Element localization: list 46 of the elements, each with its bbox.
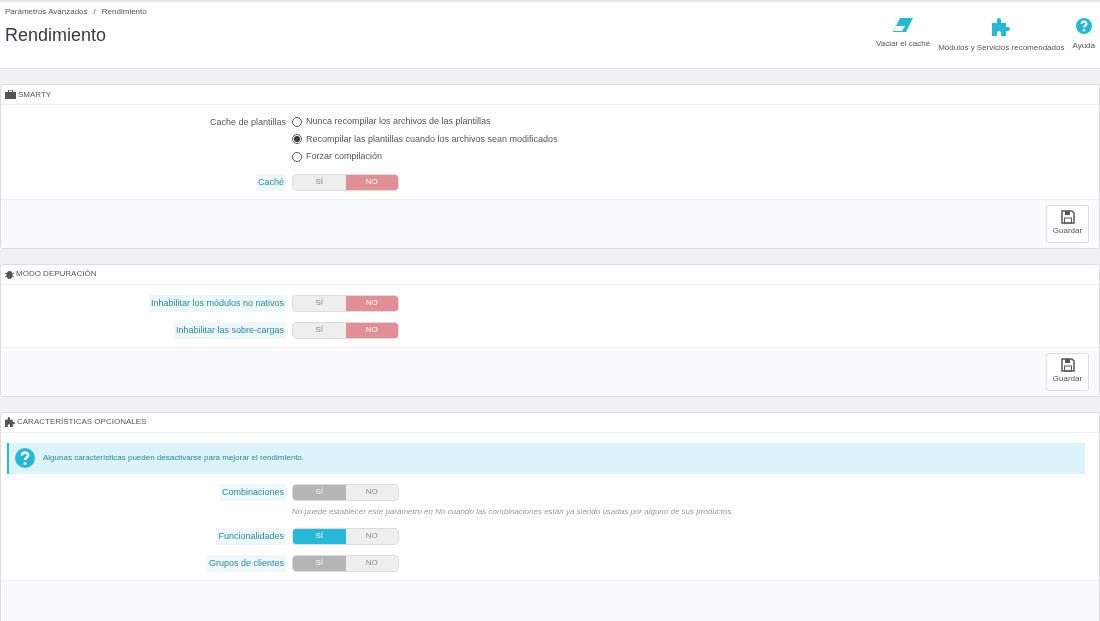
radio-label: Nunca recompilar los archivos de las plantillas [306,115,491,128]
save-button[interactable]: Guardar [1046,352,1089,391]
save-button[interactable]: Guardar [1046,204,1089,243]
field-label: Caché [256,173,286,191]
briefcase-icon [5,90,16,99]
field-label: Combinaciones [219,483,286,501]
radio-button[interactable] [292,116,302,127]
radio-label: Forzar compilación [306,150,383,163]
breadcrumb-link[interactable]: Rendimiento [101,6,147,18]
toolbar-button[interactable]: Vaciar el caché [876,18,931,50]
yes-no-switch[interactable]: SÍ NO [292,294,399,312]
switch-option[interactable]: NO [345,174,398,190]
help-icon [1075,18,1092,34]
alert-text: Algunas características pueden desactivarse para mejorar el rendimiento. [43,452,305,464]
field-label: Funcionalidades [216,527,286,545]
switch-option[interactable]: NO [345,528,398,544]
switch-option[interactable]: SÍ [293,322,346,338]
field-label: Inhabilitar las sobre-cargas [173,321,286,339]
switch-option[interactable]: NO [345,295,398,311]
page-title: Rendimiento [5,24,108,47]
help-icon [15,448,35,468]
help-text: No puede establecer este parámetro en No cuando las combinaciones están ya siendo usadas por alguno de sus productos [292,505,732,518]
panel-title: CARACTERÍSTICAS OPCIONALES [17,416,147,428]
breadcrumb-separator: / [93,6,96,18]
breadcrumb-link[interactable]: Parámetros Avanzados [5,6,88,18]
toolbar-button[interactable]: Módulos y Servicios recomendados [938,18,1065,54]
field-label: Inhabilitar los módulos no nativos [148,294,286,312]
panel-title: SMARTY [18,88,52,101]
switch-option[interactable]: SÍ [293,528,346,544]
switch-option[interactable]: NO [345,322,398,338]
puzzle-icon [5,417,15,427]
panel-title: MODO DEPURACIÓN [16,268,97,280]
yes-no-switch[interactable]: SÍ NO [292,173,399,191]
field-label: Cache de plantillas [209,117,286,127]
radio-button[interactable] [292,151,302,162]
switch-option[interactable]: SÍ [293,174,346,190]
toolbar-button[interactable]: Ayuda [1072,18,1095,52]
field-label: Grupos de clientes [206,554,286,572]
radio-button[interactable] [292,134,302,145]
yes-no-switch[interactable]: SÍ NO [292,527,399,545]
puzzle-icon [992,18,1011,36]
yes-no-switch[interactable]: SÍ NO [292,321,399,339]
bug-icon [5,269,14,279]
radio-label: Recompilar las plantillas cuando los archivos sean modificados [306,132,558,146]
switch-option[interactable]: SÍ [293,295,346,311]
eraser-icon [893,18,914,32]
